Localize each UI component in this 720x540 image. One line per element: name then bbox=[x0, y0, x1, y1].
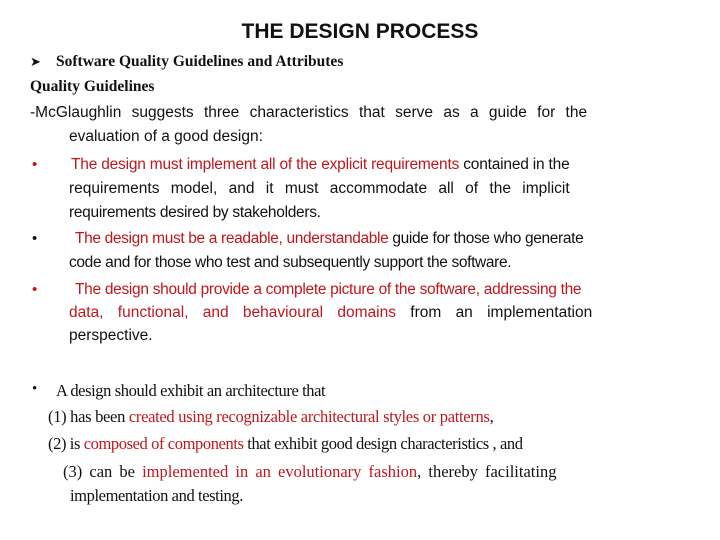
architecture-item-1: (1) has been created using recognizable … bbox=[48, 407, 494, 427]
plain-text: contained in the bbox=[459, 156, 570, 173]
highlight-text: composed of components bbox=[83, 434, 244, 453]
highlight-text: The design must be a readable, understan… bbox=[75, 230, 389, 247]
plain-text: guide for those who generate bbox=[388, 230, 584, 247]
architecture-item-3-line-2: implementation and testing. bbox=[70, 486, 243, 505]
section-heading-row: ➤ Software Quality Guidelines and Attribu… bbox=[30, 53, 343, 71]
architecture-item-2: (2) is composed of components that exhib… bbox=[48, 434, 523, 454]
highlight-text: The design must implement all of the exp… bbox=[71, 156, 460, 173]
page-title: THE DESIGN PROCESS bbox=[241, 20, 479, 43]
highlight-text: The design should provide a complete pic… bbox=[75, 281, 582, 298]
highlight-text: implemented in an evolutionary fashion bbox=[142, 462, 418, 481]
architecture-item-3: (3) can be implemented in an evolutionar… bbox=[63, 462, 556, 482]
bullet-dot: • bbox=[32, 381, 38, 397]
plain-text: , thereby facilitating bbox=[417, 462, 557, 481]
bullet-dot: • bbox=[32, 156, 38, 173]
plain-text: (3) can be bbox=[63, 462, 143, 481]
bullet-1-line-2: requirements model, and it must accommod… bbox=[69, 180, 570, 197]
intro-line-2: evaluation of a good design: bbox=[69, 128, 263, 145]
bullet-3-line-1: The design should provide a complete pic… bbox=[75, 281, 582, 299]
bullet-2-line-2: code and for those who test and subseque… bbox=[69, 254, 512, 271]
plain-text: that exhibit good design characteristics… bbox=[243, 434, 523, 453]
section-subheading: Quality Guidelines bbox=[30, 78, 155, 95]
section-heading: Software Quality Guidelines and Attribut… bbox=[56, 53, 344, 70]
highlight-text: data, functional, and behavioural domain… bbox=[69, 304, 396, 321]
bullet-3-line-3: perspective. bbox=[69, 327, 153, 344]
bullet-1-line-1: The design must implement all of the exp… bbox=[71, 156, 570, 174]
arrow-bullet-icon: ➤ bbox=[30, 55, 41, 70]
bullet-dot: • bbox=[32, 230, 38, 247]
plain-text: (1) has been bbox=[48, 407, 129, 426]
bullet-1-line-3: requirements desired by stakeholders. bbox=[69, 204, 321, 221]
plain-text: , bbox=[489, 407, 494, 426]
plain-text: from an implementation bbox=[395, 304, 593, 321]
plain-text: (2) is bbox=[48, 434, 84, 453]
intro-line-1: -McGlaughlin suggests three characterist… bbox=[30, 104, 588, 121]
bullet-3-line-2: data, functional, and behavioural domain… bbox=[69, 304, 592, 322]
bullet-2-line-1: The design must be a readable, understan… bbox=[75, 230, 584, 248]
bullet-dot: • bbox=[32, 281, 38, 298]
highlight-text: created using recognizable architectural… bbox=[128, 407, 490, 426]
architecture-intro: A design should exhibit an architecture … bbox=[56, 381, 326, 400]
